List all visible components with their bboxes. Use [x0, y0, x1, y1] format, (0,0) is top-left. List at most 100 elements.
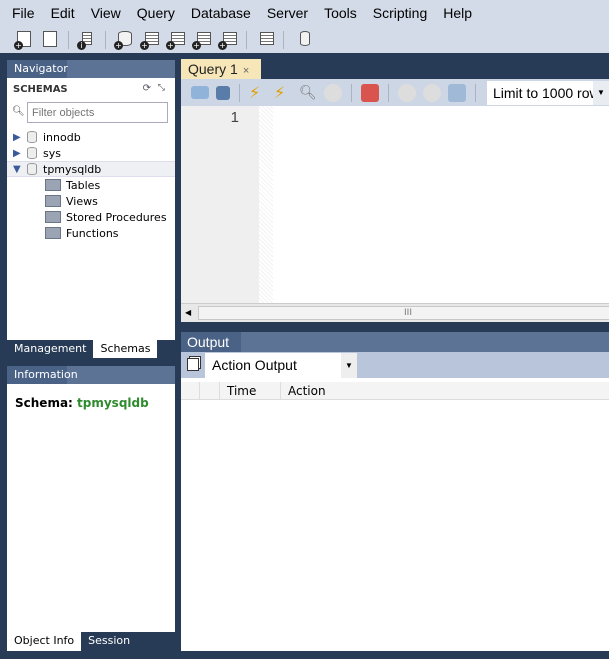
execute-current-icon[interactable]: ⚡ — [274, 83, 292, 102]
information-tabs: Object Info Session — [7, 632, 175, 651]
filter-objects-input[interactable] — [27, 102, 168, 123]
schema-innodb[interactable]: ▶ innodb — [7, 129, 175, 145]
copy-icon[interactable] — [187, 358, 199, 371]
expand-arrow-icon[interactable]: ▶ — [13, 148, 23, 159]
menu-edit[interactable]: Edit — [51, 5, 75, 21]
schema-label: Schema: — [15, 396, 73, 410]
new-sql-tab-icon[interactable]: + — [14, 30, 34, 50]
menu-help[interactable]: Help — [443, 5, 472, 21]
schema-tree-panel: SCHEMAS ⟳ ⤡ 🔍︎ ▶ innodb ▶ sys ▼ tpmysqldb T… — [7, 78, 175, 340]
database-icon — [27, 147, 37, 159]
schema-name: sys — [43, 146, 61, 160]
reconnect-icon[interactable] — [292, 30, 312, 50]
schema-name: tpmysqldb — [43, 162, 102, 176]
tab-object-info[interactable]: Object Info — [7, 632, 82, 651]
menu-server[interactable]: Server — [267, 5, 308, 21]
tree-item-label: Tables — [66, 178, 101, 192]
line-number-gutter: 1 — [181, 106, 259, 303]
schema-value: tpmysqldb — [77, 396, 149, 410]
create-schema-icon[interactable]: + — [114, 30, 134, 50]
create-table-icon[interactable]: + — [140, 30, 160, 50]
toolbar-divider — [388, 83, 389, 102]
fold-margin — [259, 106, 273, 303]
create-procedure-icon[interactable]: + — [192, 30, 212, 50]
dropdown-arrow-icon[interactable]: ▼ — [593, 80, 609, 105]
toolbar-divider — [351, 83, 352, 102]
toolbar-divider — [68, 30, 69, 49]
create-function-icon[interactable]: + — [218, 30, 238, 50]
toolbar-divider — [283, 30, 284, 49]
scrollbar-thumb[interactable]: III — [198, 306, 609, 320]
autocommit-icon[interactable] — [448, 83, 466, 102]
output-header: Output — [181, 332, 609, 352]
create-view-icon[interactable]: + — [166, 30, 186, 50]
inspector-icon[interactable]: i — [77, 30, 97, 50]
schema-tpmysqldb[interactable]: ▼ tpmysqldb — [7, 161, 175, 177]
information-panel: Schema: tpmysqldb — [7, 384, 175, 632]
menu-bar: File Edit View Query Database Server Too… — [0, 0, 609, 26]
expand-arrow-icon[interactable]: ▶ — [13, 132, 23, 143]
output-type-select[interactable]: Action Output ▼ — [205, 353, 357, 378]
collapse-arrow-icon[interactable]: ▼ — [13, 164, 23, 175]
explain-icon[interactable]: 🔍︎ — [299, 84, 317, 102]
menu-database[interactable]: Database — [191, 5, 251, 21]
sql-editor[interactable]: 1 — [181, 106, 609, 303]
tab-management[interactable]: Management — [7, 340, 93, 358]
schemas-label: SCHEMAS — [13, 84, 68, 95]
menu-scripting[interactable]: Scripting — [373, 5, 427, 21]
horizontal-scrollbar[interactable]: ◀ III — [181, 303, 609, 322]
tree-item-functions[interactable]: Functions — [7, 225, 175, 241]
menu-tools[interactable]: Tools — [324, 5, 357, 21]
column-action[interactable]: Action — [280, 382, 400, 400]
save-icon[interactable] — [216, 85, 230, 100]
line-number: 1 — [230, 109, 239, 126]
tree-item-stored-procedures[interactable]: Stored Procedures — [7, 209, 175, 225]
tab-query-1[interactable]: Query 1 × — [181, 59, 261, 79]
menu-file[interactable]: File — [12, 5, 35, 21]
refresh-icon[interactable]: ⟳ — [143, 83, 151, 94]
limit-rows-select[interactable]: Limit to 1000 rows ▼ — [487, 80, 609, 105]
database-icon — [27, 131, 37, 143]
tree-item-tables[interactable]: Tables — [7, 177, 175, 193]
open-sql-script-icon[interactable] — [40, 30, 60, 50]
menu-view[interactable]: View — [91, 5, 121, 21]
stop-icon[interactable] — [324, 83, 342, 102]
limit-value: Limit to 1000 rows — [493, 84, 607, 101]
tables-folder-icon — [45, 179, 61, 191]
rollback-icon[interactable] — [423, 83, 441, 102]
views-folder-icon — [45, 195, 61, 207]
open-file-icon[interactable] — [191, 86, 209, 99]
commit-icon[interactable] — [398, 83, 416, 102]
scroll-left-icon[interactable]: ◀ — [185, 308, 191, 317]
dropdown-arrow-icon[interactable]: ▼ — [341, 353, 357, 378]
output-column-headers: Time Action — [181, 382, 609, 400]
information-header: Information — [7, 366, 175, 384]
search-table-data-icon[interactable] — [255, 30, 275, 50]
tab-schemas[interactable]: Schemas — [93, 340, 158, 358]
close-icon[interactable]: × — [243, 65, 249, 77]
tree-item-label: Functions — [66, 226, 119, 240]
tree-item-views[interactable]: Views — [7, 193, 175, 209]
schema-sys[interactable]: ▶ sys — [7, 145, 175, 161]
database-icon — [27, 163, 37, 175]
functions-folder-icon — [45, 227, 61, 239]
toolbar-divider — [105, 30, 106, 49]
schema-name: innodb — [43, 130, 81, 144]
tree-item-label: Stored Procedures — [66, 210, 167, 224]
column-divider — [199, 382, 200, 400]
search-icon: 🔍︎ — [12, 106, 25, 117]
menu-query[interactable]: Query — [137, 5, 175, 21]
toolbar-divider — [246, 30, 247, 49]
output-table: Time Action — [181, 378, 609, 651]
column-time[interactable]: Time — [219, 382, 280, 400]
procedures-folder-icon — [45, 211, 61, 223]
execute-icon[interactable]: ⚡ — [249, 83, 267, 102]
navigator-tabs: Management Schemas — [7, 340, 175, 358]
tab-label: Query 1 — [188, 61, 238, 77]
toolbar-divider — [239, 83, 240, 102]
tree-item-label: Views — [66, 194, 98, 208]
toggle-error-stop-icon[interactable] — [361, 83, 379, 102]
collapse-icon[interactable]: ⤡ — [158, 83, 165, 93]
output-toolbar: Action Output ▼ — [181, 352, 609, 378]
tab-session[interactable]: Session — [81, 632, 137, 651]
